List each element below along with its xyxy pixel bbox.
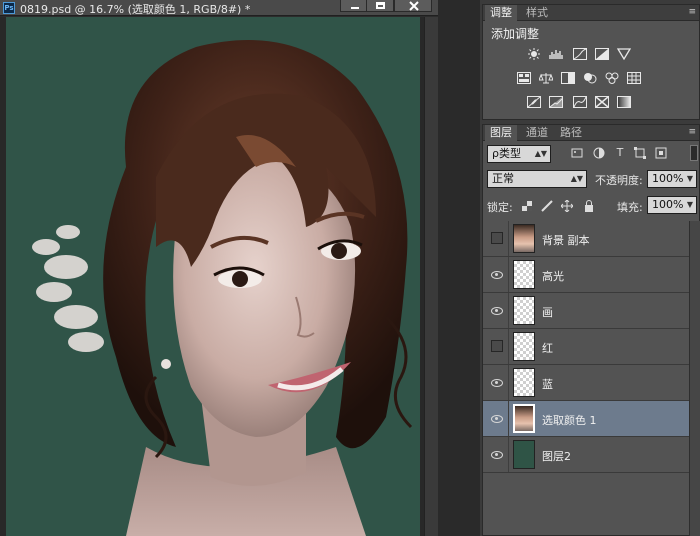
exposure-icon[interactable]	[595, 48, 609, 60]
layer-thumbnail	[513, 296, 535, 325]
canvas-area	[0, 17, 438, 536]
layer-row[interactable]: 背景 副本	[483, 221, 689, 257]
visibility-toggle[interactable]	[483, 329, 509, 364]
close-icon	[409, 1, 419, 11]
lock-transparent-icon[interactable]	[521, 200, 533, 212]
tab-paths[interactable]: 路径	[555, 125, 587, 141]
opacity-label: 不透明度:	[595, 174, 643, 187]
document-window: Ps 0819.psd @ 16.7% (选取颜色 1, RGB/8#) *	[0, 0, 438, 536]
layer-row[interactable]: 高光	[483, 257, 689, 293]
minimize-button[interactable]	[340, 0, 368, 12]
eye-icon[interactable]	[483, 365, 509, 400]
eye-icon[interactable]	[483, 437, 509, 472]
layer-name: 选取颜色 1	[542, 414, 597, 427]
tab-layers[interactable]: 图层	[485, 125, 517, 142]
black-white-icon[interactable]	[561, 72, 575, 84]
layer-thumbnail	[513, 260, 535, 289]
chevron-down-icon[interactable]: ▼	[687, 171, 693, 187]
color-lookup-icon[interactable]	[627, 72, 641, 84]
layers-tabbar: 图层 通道 路径 ≡	[483, 125, 699, 142]
tab-styles[interactable]: 样式	[521, 5, 553, 21]
layers-scrollbar[interactable]	[689, 221, 700, 536]
panel-dock-gap	[438, 0, 480, 536]
close-button[interactable]	[394, 0, 432, 12]
layer-row[interactable]: 蓝	[483, 365, 689, 401]
selective-color-icon[interactable]	[595, 96, 609, 108]
layer-name: 背景 副本	[542, 234, 590, 247]
adjustments-tabbar: 调整 样式 ≡	[483, 5, 699, 22]
threshold-icon[interactable]	[573, 96, 587, 108]
eye-icon[interactable]	[483, 293, 509, 328]
layer-thumbnail	[513, 332, 535, 361]
layer-thumbnail	[513, 404, 535, 433]
opacity-value: 100%	[652, 172, 684, 185]
visibility-toggle[interactable]	[483, 221, 509, 256]
gradient-map-icon[interactable]	[617, 96, 631, 108]
vibrance-icon[interactable]	[617, 48, 631, 60]
fill-label: 填充:	[617, 201, 643, 214]
photoshop-logo-icon: Ps	[3, 2, 15, 14]
color-balance-icon[interactable]	[539, 72, 553, 84]
layer-name: 图层2	[542, 450, 571, 463]
layer-thumbnail	[513, 440, 535, 469]
tab-channels[interactable]: 通道	[521, 125, 553, 141]
filter-toggle-switch[interactable]	[690, 145, 698, 161]
filter-shape-icon[interactable]	[634, 147, 646, 159]
filter-type-icon[interactable]: T	[614, 147, 626, 159]
layer-list: 背景 副本 高光 画 红 蓝 选取颜色 1 图层2	[483, 221, 689, 536]
layer-row[interactable]: 图层2	[483, 437, 689, 473]
invert-icon[interactable]	[527, 96, 541, 108]
levels-icon[interactable]	[549, 48, 563, 60]
channel-mixer-icon[interactable]	[605, 72, 619, 84]
document-titlebar[interactable]: Ps 0819.psd @ 16.7% (选取颜色 1, RGB/8#) *	[0, 0, 438, 16]
panel-menu-icon[interactable]: ≡	[688, 127, 696, 137]
layer-name: 高光	[542, 270, 564, 283]
adjustments-heading: 添加调整	[491, 27, 540, 41]
lock-position-icon[interactable]	[561, 200, 573, 212]
fill-value: 100%	[652, 198, 684, 211]
lock-image-pixels-icon[interactable]	[541, 200, 553, 212]
filter-smart-object-icon[interactable]	[655, 147, 667, 159]
document-title: 0819.psd @ 16.7% (选取颜色 1, RGB/8#) *	[20, 3, 251, 16]
chevron-updown-icon: ▲▼	[534, 149, 547, 158]
document-canvas[interactable]	[6, 17, 420, 536]
layers-panel: 图层 通道 路径 ≡ ρ类型 ▲▼ T 正常 ▲▼ 不透明度: 100% ▼ 锁…	[482, 124, 700, 536]
layer-name: 红	[542, 342, 553, 355]
layer-name: 蓝	[542, 378, 553, 391]
photo-filter-icon[interactable]	[583, 72, 597, 84]
chevron-down-icon[interactable]: ▼	[687, 197, 693, 213]
chevron-updown-icon: ▲▼	[570, 174, 583, 183]
tab-adjustments[interactable]: 调整	[485, 5, 517, 22]
layer-name: 画	[542, 306, 553, 319]
lock-all-icon[interactable]	[583, 200, 595, 212]
filter-pixel-icon[interactable]	[571, 147, 583, 159]
fill-input[interactable]: 100% ▼	[647, 196, 697, 214]
layer-thumbnail	[513, 224, 535, 253]
layer-filter-value: ρ类型	[492, 147, 521, 160]
panel-menu-icon[interactable]: ≡	[688, 7, 696, 17]
blend-mode-select[interactable]: 正常 ▲▼	[487, 170, 587, 188]
layer-filter-select[interactable]: ρ类型 ▲▼	[487, 145, 551, 163]
curves-icon[interactable]	[573, 48, 587, 60]
layer-row[interactable]: 画	[483, 293, 689, 329]
eye-icon[interactable]	[483, 257, 509, 292]
filter-adjustment-icon[interactable]	[593, 147, 605, 159]
canvas-vertical-scrollbar[interactable]	[424, 17, 438, 536]
posterize-icon[interactable]	[549, 96, 563, 108]
blend-mode-value: 正常	[492, 172, 514, 185]
maximize-button[interactable]	[366, 0, 394, 12]
hue-saturation-icon[interactable]	[517, 72, 531, 84]
lock-label: 锁定:	[487, 201, 513, 214]
layer-thumbnail	[513, 368, 535, 397]
eye-icon[interactable]	[483, 401, 509, 436]
brightness-contrast-icon[interactable]	[527, 48, 541, 60]
layer-row[interactable]: 红	[483, 329, 689, 365]
adjustments-panel: 调整 样式 ≡ 添加调整	[482, 4, 700, 120]
layer-row-selected[interactable]: 选取颜色 1	[483, 401, 689, 437]
opacity-input[interactable]: 100% ▼	[647, 170, 697, 188]
portrait-image	[32, 40, 413, 536]
